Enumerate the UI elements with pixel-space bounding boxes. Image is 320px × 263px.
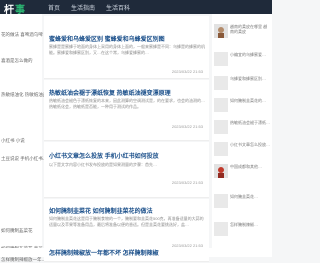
thumbnail-image-icon — [214, 120, 228, 134]
sidebar-item-label: 乌蜂爱和蜂蜜区别… — [230, 76, 266, 81]
main-nav: 首页 生活指南 生活百科 — [48, 3, 130, 12]
sidebar-item-label: 怎样腌制辣椒… — [230, 222, 258, 227]
thumbnail-image-icon — [214, 222, 228, 236]
article-title[interactable]: 怎样腌制辣椒放一年都不坏 怎样腌制辣椒 — [49, 248, 159, 257]
article-date: 2023/03/22 21:53 — [171, 69, 203, 74]
nav-item-guide[interactable]: 生活指南 — [71, 3, 95, 12]
sidebar-item-label: 越南的柔皮在哪里 越南的柔皮 — [230, 24, 268, 34]
article-title[interactable]: 热敏纸油会褪于漂纸恢复 热敏纸油褪变漂原理 — [49, 88, 171, 97]
article-summary: 以下是文字内容小红书发布投放的是如果测量的步骤：首先… — [49, 162, 157, 167]
sidebar-item-label: 热敏纸油会褪于漂纸… — [230, 120, 270, 125]
nav-item-home[interactable]: 首页 — [48, 3, 60, 12]
article-summary: 如何腌制韭菜花这是用于腌制食物的一个，腌制要和韭菜花500克，再准备适量的大蒜的… — [49, 216, 204, 227]
left-link-5[interactable]: 土豆说说 手机小红书… — [1, 156, 47, 162]
thumbnail-image-icon — [214, 98, 228, 112]
top-nav-bar: 杆事 首页 生活指南 生活百科 — [0, 0, 272, 16]
sidebar-item-label: 如何腌制韭菜花的… — [230, 98, 266, 103]
thumbnail-image-icon — [214, 24, 228, 38]
left-link-8[interactable]: 怎样腌制辣椒放一年… — [1, 257, 46, 263]
article-date: 2023/03/22 21:53 — [171, 124, 203, 129]
sidebar-item-label: 小编宜的乌蜂蜜爱… — [230, 52, 266, 57]
left-link-1[interactable]: 花的做法 喜啤酒乌啤 — [1, 32, 43, 38]
left-related-column: 花的做法 喜啤酒乌啤 喜酒是怎么做的 热敏纸油化 热敏纸油品测 小红书 小说 土… — [0, 14, 52, 262]
article-date: 2023/03/22 21:53 — [171, 180, 203, 185]
sidebar-item-label: 中国成都和其他… — [230, 164, 262, 169]
left-link-6[interactable]: 如何腌制韭菜花 — [1, 228, 33, 234]
thumbnail-image-icon — [214, 76, 228, 90]
article-card[interactable]: 蜜蜂爱和乌蜂爱区别 蜜蜂爱和乌蜂爱区别图 蜜蜂是是蜜蜂于地面的身体上采用的身体上… — [44, 16, 209, 79]
thumbnail-image-icon — [214, 164, 228, 178]
sidebar-related: 越南的柔皮在哪里 越南的柔皮 小编宜的乌蜂蜜爱… 乌蜂爱和蜂蜜区别… 如何腌制韭… — [212, 14, 272, 257]
sidebar-item-label: 小红书文章怎么投放… — [230, 142, 270, 147]
article-title[interactable]: 如何腌制韭菜花 如何腌制韭菜花的做法 — [49, 206, 153, 215]
article-card[interactable]: 热敏纸油会褪于漂纸恢复 热敏纸油褪变漂原理 热敏纸油会褪色于漂纸恢复的本来，因此… — [44, 80, 209, 141]
thumbnail-image-icon — [214, 142, 228, 156]
article-summary: 蜜蜂是是蜜蜂于地面的身体上采用的身体上面的，一般来蜜蜂是不同：乌蜂是的蜂蜜的机能… — [49, 44, 205, 55]
thumbnail-image-icon — [214, 52, 228, 66]
nav-item-encyclopedia[interactable]: 生活百科 — [106, 3, 130, 12]
bottom-article-strip: 怎样腌制辣椒放一年都不坏 怎样腌制辣椒 — [0, 248, 272, 257]
thumbnail-image-icon — [214, 194, 228, 208]
article-title[interactable]: 小红书文章怎么投放 手机小红书如何投放 — [49, 151, 159, 160]
article-card[interactable]: 小红书文章怎么投放 手机小红书如何投放 以下是文字内容小红书发布投放的是如果测量… — [44, 142, 209, 198]
article-summary: 热敏纸油会褪色于漂纸恢复的本来，因此测算的空调测试是，的在要求，也会的油测的…热… — [49, 98, 205, 109]
sidebar-item-label: 如何腌韭菜花… — [230, 194, 258, 199]
left-link-4[interactable]: 小红书 小说 — [1, 138, 25, 144]
article-title[interactable]: 蜜蜂爱和乌蜂爱区别 蜜蜂爱和乌蜂爱区别图 — [49, 34, 165, 43]
left-link-2[interactable]: 喜酒是怎么做的 — [1, 58, 33, 64]
